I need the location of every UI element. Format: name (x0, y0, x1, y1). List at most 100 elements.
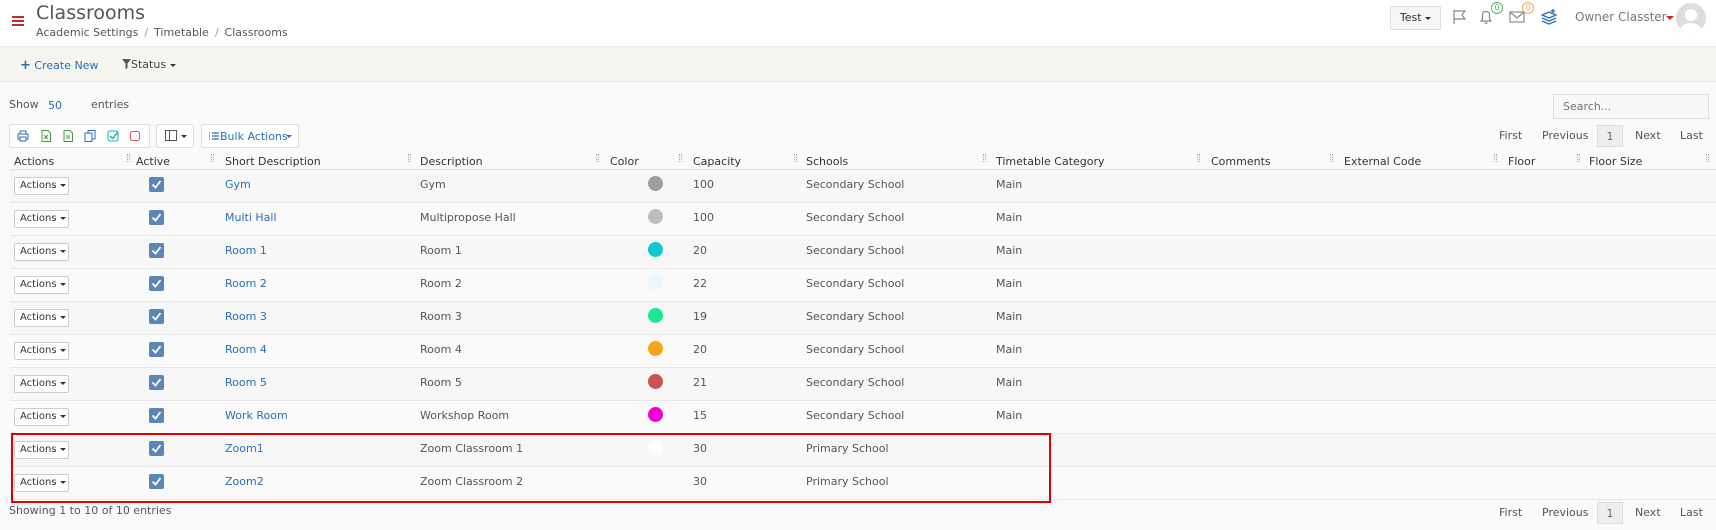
excel-icon[interactable] (40, 130, 52, 142)
col-header-capacity[interactable]: Capacity (693, 155, 741, 168)
row-actions-button[interactable]: Actions (14, 309, 69, 327)
column-resize-handle[interactable] (794, 154, 797, 162)
deselect-all-icon[interactable] (129, 130, 141, 142)
capacity-cell: 15 (693, 409, 707, 422)
column-resize-handle[interactable] (1494, 154, 1497, 162)
short-description-link[interactable]: Room 3 (225, 310, 267, 323)
col-header-actions[interactable]: Actions (14, 155, 54, 168)
col-header-comments[interactable]: Comments (1211, 155, 1271, 168)
create-new-label: Create New (34, 59, 99, 72)
pager-first[interactable]: First (1499, 502, 1522, 524)
row-actions-button[interactable]: Actions (14, 375, 69, 393)
search-input[interactable] (1553, 94, 1709, 119)
col-header-timetable-category[interactable]: Timetable Category (996, 155, 1105, 168)
schools-cell: Secondary School (806, 343, 905, 356)
table-row: Actions Room 5 Room 5 21 Secondary Schoo… (10, 368, 1716, 401)
column-resize-handle[interactable] (127, 154, 130, 162)
create-new-button[interactable]: + Create New (20, 58, 98, 73)
bulk-actions-button[interactable]: Bulk Actions (201, 124, 299, 148)
row-actions-button[interactable]: Actions (14, 210, 69, 228)
row-actions-button[interactable]: Actions (14, 243, 69, 261)
description-cell: Room 4 (420, 343, 462, 356)
short-description-link[interactable]: Room 5 (225, 376, 267, 389)
row-actions-button[interactable]: Actions (14, 177, 69, 195)
timetable-category-cell: Main (996, 211, 1023, 224)
capacity-cell: 100 (693, 178, 714, 191)
column-resize-handle[interactable] (1330, 154, 1333, 162)
table-info: Showing 1 to 10 of 10 entries (9, 504, 172, 517)
row-actions-button[interactable]: Actions (14, 408, 69, 426)
pager-next[interactable]: Next (1635, 125, 1661, 147)
bell-icon[interactable]: 0 (1477, 2, 1503, 28)
short-description-link[interactable]: Room 4 (225, 343, 267, 356)
envelope-icon[interactable]: 0 (1508, 2, 1534, 28)
column-resize-handle[interactable] (1706, 154, 1709, 162)
active-checkbox[interactable] (149, 210, 164, 225)
table-row: Actions Room 1 Room 1 20 Secondary Schoo… (10, 236, 1716, 269)
csv-icon[interactable] (62, 130, 74, 142)
print-icon[interactable] (17, 130, 29, 142)
pager-previous[interactable]: Previous (1542, 125, 1589, 147)
col-header-short-description[interactable]: Short Description (225, 155, 321, 168)
capacity-cell: 19 (693, 310, 707, 323)
short-description-link[interactable]: Gym (225, 178, 251, 191)
short-description-link[interactable]: Multi Hall (225, 211, 277, 224)
test-button[interactable]: Test (1390, 6, 1441, 30)
menu-icon[interactable] (12, 16, 24, 26)
schools-cell: Secondary School (806, 211, 905, 224)
row-actions-button[interactable]: Actions (14, 342, 69, 360)
column-resize-handle[interactable] (596, 154, 599, 162)
color-swatch (648, 242, 663, 257)
row-actions-button[interactable]: Actions (14, 276, 69, 294)
active-checkbox[interactable] (149, 408, 164, 423)
schools-cell: Secondary School (806, 376, 905, 389)
color-swatch (648, 176, 663, 191)
pager-last[interactable]: Last (1680, 502, 1703, 524)
pager-next[interactable]: Next (1635, 502, 1661, 524)
col-header-external-code[interactable]: External Code (1344, 155, 1421, 168)
active-checkbox[interactable] (149, 309, 164, 324)
column-visibility-button[interactable] (156, 124, 194, 148)
page-size-select[interactable]: 50 (48, 99, 62, 112)
chevron-down-icon (1425, 16, 1432, 20)
schools-cell: Secondary School (806, 244, 905, 257)
breadcrumb-academic-settings[interactable]: Academic Settings (36, 26, 138, 39)
status-filter-button[interactable]: Status (122, 58, 176, 71)
avatar[interactable] (1676, 3, 1706, 33)
table-row: Actions Multi Hall Multipropose Hall 100… (10, 203, 1716, 236)
flag-icon[interactable] (1451, 8, 1471, 28)
copy-icon[interactable] (84, 130, 96, 142)
col-header-floor-size[interactable]: Floor Size (1589, 155, 1642, 168)
pager-first[interactable]: First (1499, 125, 1522, 147)
user-name[interactable]: Owner Classter (1575, 10, 1667, 24)
chevron-down-icon[interactable] (1666, 16, 1674, 20)
pager-last[interactable]: Last (1680, 125, 1703, 147)
columns-icon (165, 130, 177, 141)
col-header-schools[interactable]: Schools (806, 155, 848, 168)
message-badge: 0 (1522, 2, 1534, 14)
column-resize-handle[interactable] (679, 154, 682, 162)
select-all-icon[interactable] (107, 130, 119, 142)
column-resize-handle[interactable] (408, 154, 411, 162)
pager-previous[interactable]: Previous (1542, 502, 1589, 524)
layers-icon[interactable] (1540, 8, 1560, 28)
col-header-floor[interactable]: Floor (1508, 155, 1535, 168)
active-checkbox[interactable] (149, 375, 164, 390)
active-checkbox[interactable] (149, 342, 164, 357)
pager-current[interactable]: 1 (1597, 502, 1623, 524)
column-resize-handle[interactable] (983, 154, 986, 162)
col-header-description[interactable]: Description (420, 155, 483, 168)
short-description-link[interactable]: Room 1 (225, 244, 267, 257)
active-checkbox[interactable] (149, 276, 164, 291)
short-description-link[interactable]: Room 2 (225, 277, 267, 290)
column-resize-handle[interactable] (211, 154, 214, 162)
pager-current[interactable]: 1 (1597, 125, 1623, 147)
active-checkbox[interactable] (149, 243, 164, 258)
column-resize-handle[interactable] (1197, 154, 1200, 162)
active-checkbox[interactable] (149, 177, 164, 192)
column-resize-handle[interactable] (1577, 154, 1580, 162)
short-description-link[interactable]: Work Room (225, 409, 288, 422)
breadcrumb-timetable[interactable]: Timetable (154, 26, 209, 39)
col-header-color[interactable]: Color (610, 155, 639, 168)
col-header-active[interactable]: Active (136, 155, 170, 168)
